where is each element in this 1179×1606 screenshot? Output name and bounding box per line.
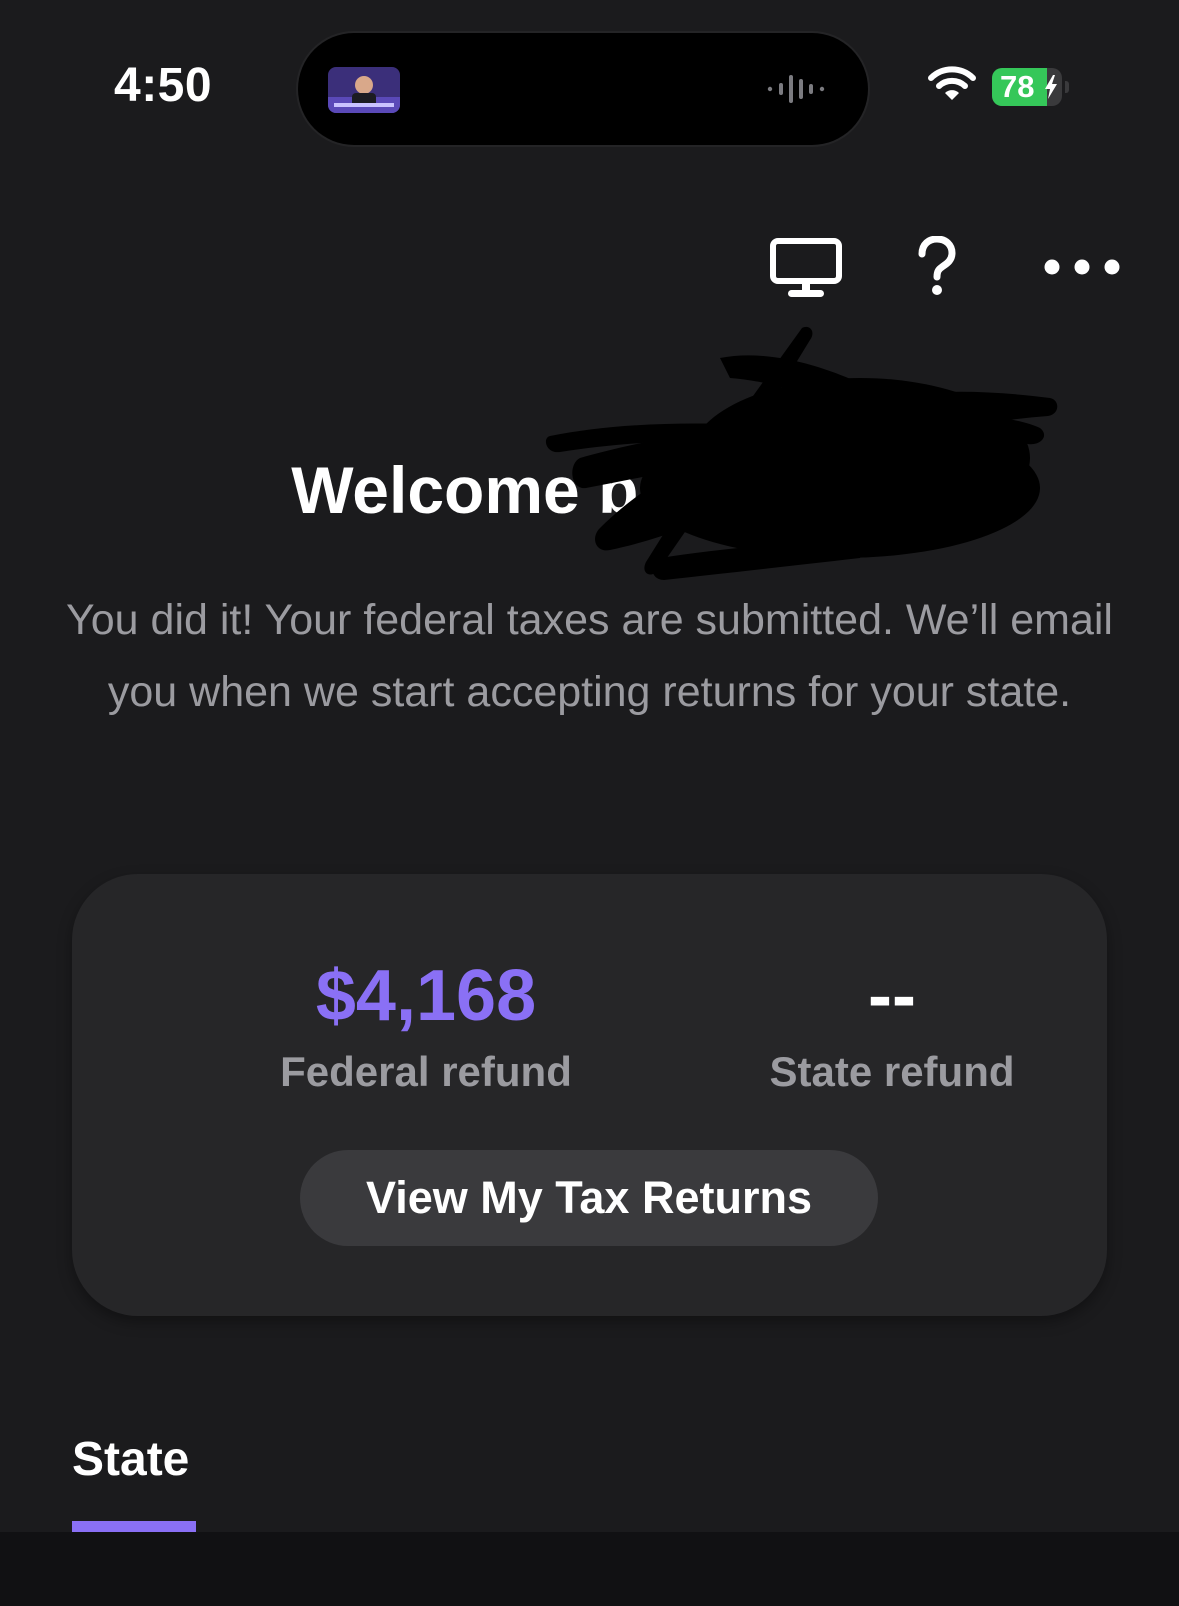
- federal-refund-label: Federal refund: [280, 1048, 572, 1095]
- wifi-icon: [928, 66, 976, 107]
- tab-state[interactable]: State: [72, 1432, 196, 1533]
- audio-waveform-icon: [766, 71, 830, 112]
- state-refund-amount: --: [868, 956, 916, 1036]
- dynamic-island[interactable]: [298, 33, 868, 145]
- view-tax-returns-button[interactable]: View My Tax Returns: [300, 1150, 878, 1246]
- state-refund-summary: -- State refund: [682, 954, 1102, 1096]
- now-playing-thumbnail[interactable]: [328, 67, 400, 113]
- welcome-title: Welcome back, go!: [291, 453, 888, 527]
- battery-indicator: 78: [992, 68, 1070, 106]
- federal-refund-amount: $4,168: [315, 956, 537, 1036]
- welcome-message: You did it! Your federal taxes are submi…: [66, 596, 1113, 716]
- charging-bolt-icon: [1045, 75, 1057, 99]
- tab-state-label: State: [72, 1433, 190, 1486]
- battery-cap: [1065, 81, 1069, 93]
- refund-card: $4,168 Federal refund -- State refund Vi…: [72, 874, 1107, 1316]
- status-bar-time: 4:50: [114, 59, 213, 112]
- more-icon[interactable]: [1044, 258, 1120, 281]
- help-icon[interactable]: [916, 235, 958, 303]
- bottom-panel: [0, 1532, 1179, 1606]
- federal-refund-summary: $4,168 Federal refund: [216, 954, 636, 1096]
- state-refund-label: State refund: [769, 1048, 1015, 1095]
- desktop-icon[interactable]: [770, 238, 842, 305]
